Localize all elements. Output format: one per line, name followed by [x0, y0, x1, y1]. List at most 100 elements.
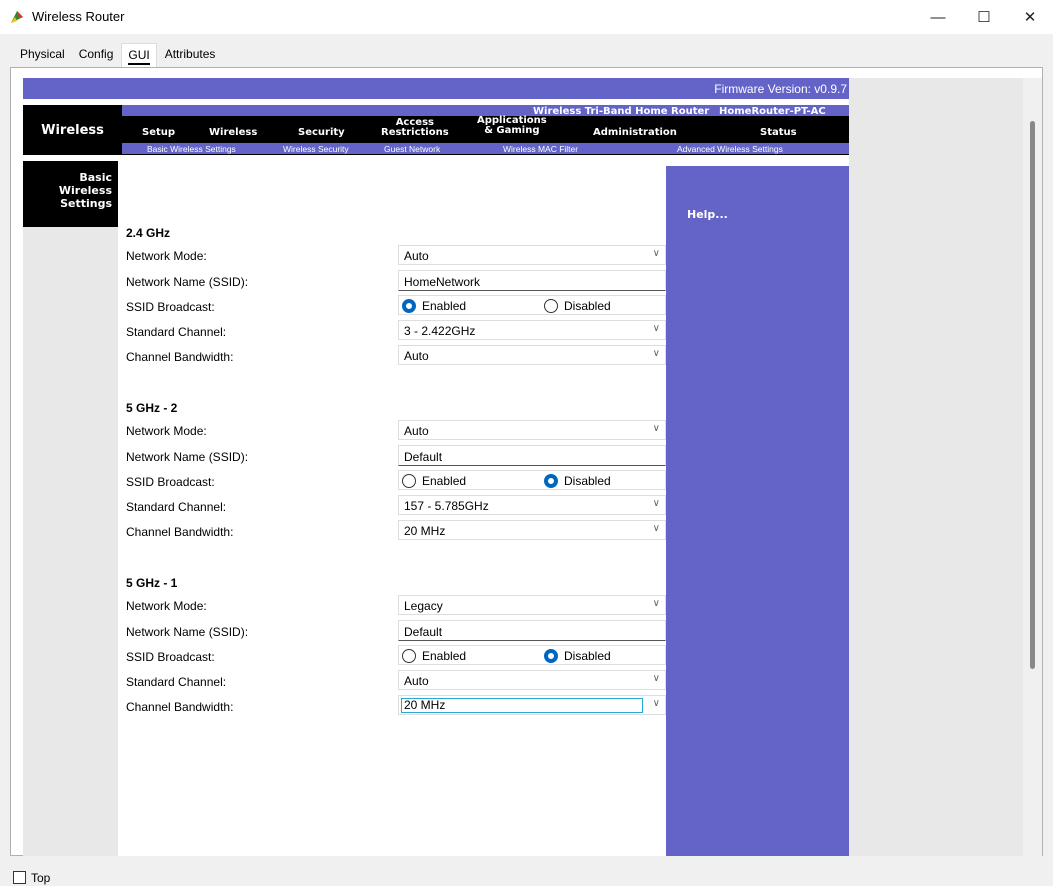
chevron-down-icon: ∨	[652, 523, 660, 534]
top-checkbox[interactable]	[13, 871, 26, 884]
select-value: Auto	[404, 424, 429, 438]
label-standard-channel: Standard Channel:	[126, 325, 227, 339]
nav-applications-gaming[interactable]: Applications & Gaming	[477, 116, 547, 136]
help-panel	[666, 166, 849, 856]
tab-attributes[interactable]: Attributes	[159, 43, 222, 67]
product-name: Wireless Tri-Band Home Router	[533, 106, 710, 117]
subnav-wireless-security[interactable]: Wireless Security	[283, 144, 349, 154]
network-mode-select[interactable]: Auto ∨	[398, 420, 666, 440]
standard-channel-select[interactable]: 3 - 2.422GHz ∨	[398, 320, 666, 340]
help-link[interactable]: Help...	[687, 208, 728, 221]
label-standard-channel: Standard Channel:	[126, 500, 227, 514]
radio-disabled-label: Disabled	[564, 474, 611, 488]
select-value: Legacy	[404, 599, 443, 613]
firmware-bar: Firmware Version: v0.9.7	[23, 78, 849, 99]
ssid-broadcast-group: Enabled Disabled	[398, 470, 666, 490]
top-checkbox-label: Top	[31, 871, 51, 885]
tab-gui[interactable]: GUI	[121, 43, 157, 67]
nav-status[interactable]: Status	[760, 128, 797, 138]
chevron-down-icon: ∨	[652, 673, 660, 684]
label-ssid-broadcast: SSID Broadcast:	[126, 300, 215, 314]
sidebar-title-text: Basic Wireless Settings	[58, 171, 112, 210]
network-mode-select[interactable]: Legacy ∨	[398, 595, 666, 615]
select-value: 20 MHz	[404, 524, 446, 538]
tab-strip: Physical Config GUI Attributes	[14, 43, 223, 67]
minimize-button[interactable]: —	[915, 0, 961, 34]
radio-enabled[interactable]	[402, 649, 416, 663]
ssid-broadcast-group: Enabled Disabled	[398, 295, 666, 315]
label-ssid-broadcast: SSID Broadcast:	[126, 475, 215, 489]
chevron-down-icon: ∨	[652, 498, 660, 509]
label-network-mode: Network Mode:	[126, 599, 207, 613]
close-button[interactable]: ✕	[1007, 0, 1053, 34]
select-value: 157 - 5.785GHz	[404, 499, 489, 513]
vertical-scrollbar[interactable]	[1023, 78, 1042, 856]
subnav-advanced-wireless[interactable]: Advanced Wireless Settings	[677, 144, 783, 154]
channel-bandwidth-select[interactable]: 20 MHz ∨	[398, 520, 666, 540]
radio-enabled[interactable]	[402, 299, 416, 313]
label-network-mode: Network Mode:	[126, 249, 207, 263]
standard-channel-select[interactable]: Auto ∨	[398, 670, 666, 690]
window-title: Wireless Router	[32, 9, 125, 24]
nav-administration[interactable]: Administration	[593, 128, 677, 138]
maximize-button[interactable]: ☐	[961, 0, 1007, 34]
radio-disabled[interactable]	[544, 474, 558, 488]
radio-disabled-label: Disabled	[564, 299, 611, 313]
router-app-icon	[11, 11, 23, 23]
select-value: 3 - 2.422GHz	[404, 324, 476, 338]
ssid-input[interactable]: HomeNetwork	[398, 270, 666, 291]
tab-config[interactable]: Config	[73, 43, 120, 67]
label-ssid: Network Name (SSID):	[126, 625, 249, 639]
ssid-input[interactable]: Default	[398, 445, 666, 466]
label-standard-channel: Standard Channel:	[126, 675, 227, 689]
select-value: 20 MHz	[401, 698, 643, 713]
chevron-down-icon: ∨	[652, 323, 660, 334]
radio-enabled-label: Enabled	[422, 299, 467, 313]
label-ssid: Network Name (SSID):	[126, 275, 249, 289]
standard-channel-select[interactable]: 157 - 5.785GHz ∨	[398, 495, 666, 515]
label-channel-bandwidth: Channel Bandwidth:	[126, 350, 234, 364]
label-channel-bandwidth: Channel Bandwidth:	[126, 700, 234, 714]
radio-disabled[interactable]	[544, 299, 558, 313]
select-value: Auto	[404, 349, 429, 363]
nav-access-restrictions[interactable]: Access Restrictions	[381, 118, 449, 138]
browser-viewport: Firmware Version: v0.9.7 Wireless Wirele…	[23, 78, 1023, 856]
channel-bandwidth-select[interactable]: 20 MHz ∨	[398, 695, 666, 715]
ssid-input[interactable]: Default	[398, 620, 666, 641]
chevron-down-icon: ∨	[652, 598, 660, 609]
radio-enabled-label: Enabled	[422, 649, 467, 663]
scrollbar-thumb[interactable]	[1030, 121, 1035, 669]
brand-label: Wireless	[41, 122, 104, 138]
nav-setup[interactable]: Setup	[142, 128, 175, 138]
firmware-version: Firmware Version: v0.9.7	[714, 82, 847, 96]
label-ssid-broadcast: SSID Broadcast:	[126, 650, 215, 664]
radio-enabled[interactable]	[402, 474, 416, 488]
network-mode-select[interactable]: Auto ∨	[398, 245, 666, 265]
nav-wireless[interactable]: Wireless	[209, 128, 257, 138]
label-channel-bandwidth: Channel Bandwidth:	[126, 525, 234, 539]
chevron-down-icon: ∨	[652, 348, 660, 359]
subnav-mac-filter[interactable]: Wireless MAC Filter	[503, 144, 578, 154]
section-5ghz-1: 5 GHz - 1	[126, 576, 178, 590]
radio-disabled[interactable]	[544, 649, 558, 663]
radio-disabled-label: Disabled	[564, 649, 611, 663]
label-network-mode: Network Mode:	[126, 424, 207, 438]
section-5ghz-2: 5 GHz - 2	[126, 401, 178, 415]
sidebar-title: Basic Wireless Settings	[23, 161, 118, 227]
select-value: Auto	[404, 249, 429, 263]
subnav-basic-wireless[interactable]: Basic Wireless Settings	[147, 144, 236, 154]
label-ssid: Network Name (SSID):	[126, 450, 249, 464]
ssid-broadcast-group: Enabled Disabled	[398, 645, 666, 665]
section-2-4ghz: 2.4 GHz	[126, 226, 171, 240]
channel-bandwidth-select[interactable]: Auto ∨	[398, 345, 666, 365]
select-value: Auto	[404, 674, 429, 688]
radio-enabled-label: Enabled	[422, 474, 467, 488]
model-name: HomeRouter-PT-AC	[719, 106, 826, 117]
nav-security[interactable]: Security	[298, 128, 345, 138]
chevron-down-icon: ∨	[652, 698, 660, 709]
subnav-guest-network[interactable]: Guest Network	[384, 144, 440, 154]
chevron-down-icon: ∨	[652, 248, 660, 259]
chevron-down-icon: ∨	[652, 423, 660, 434]
tab-physical[interactable]: Physical	[14, 43, 71, 67]
title-bar: Wireless Router — ☐ ✕	[0, 0, 1053, 34]
